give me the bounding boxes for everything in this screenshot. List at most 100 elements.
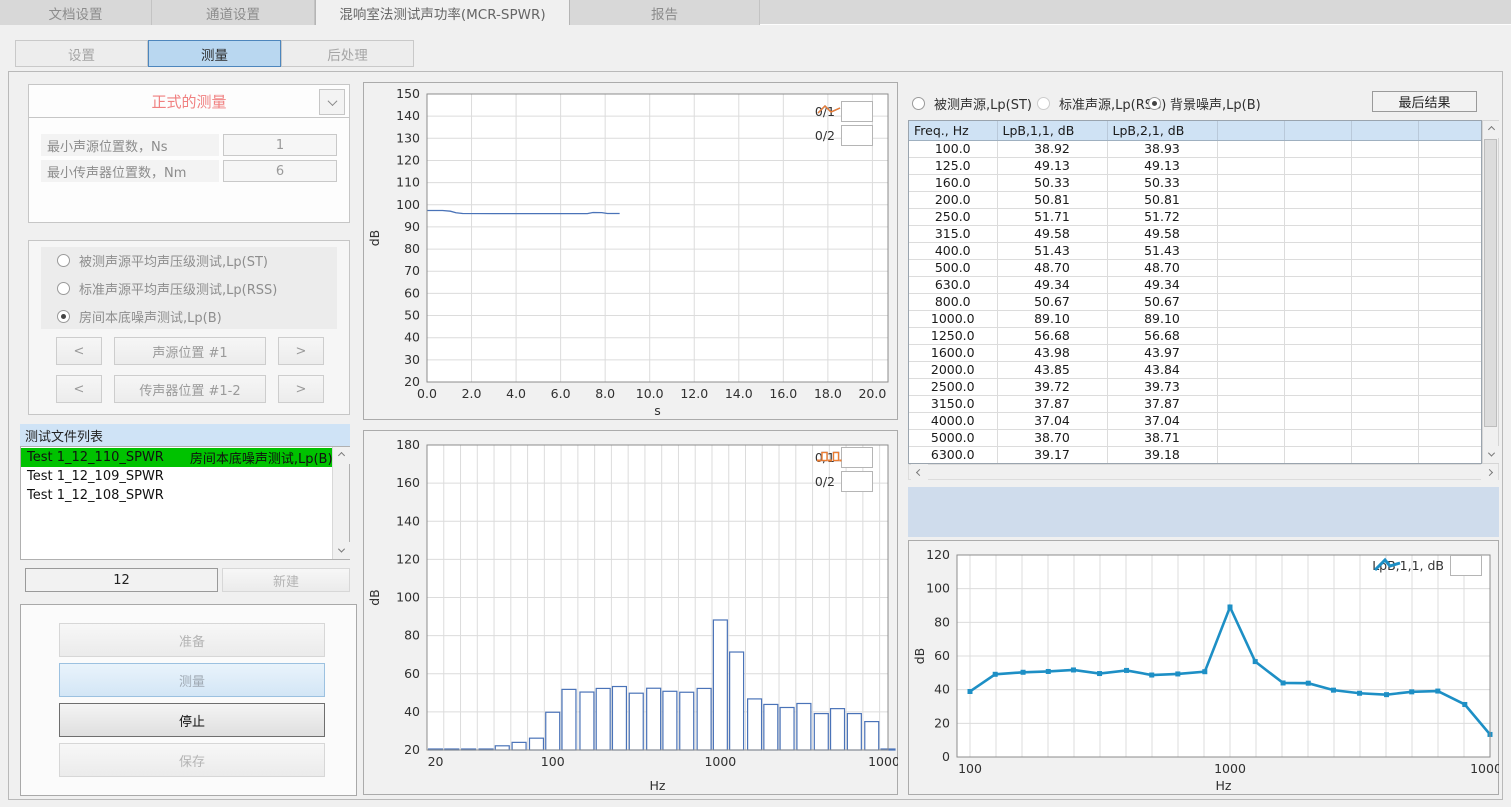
source-position-button[interactable]: 声源位置 #1 xyxy=(114,337,266,365)
list-item[interactable]: Test 1_12_108_SPWR xyxy=(21,486,332,505)
mic-position-prev-button[interactable]: < xyxy=(56,375,102,403)
table-cell: 160.0 xyxy=(909,174,997,191)
tab-document-settings[interactable]: 文档设置 xyxy=(0,0,152,25)
table-vscrollbar[interactable] xyxy=(1482,120,1499,464)
subtab-settings[interactable]: 设置 xyxy=(15,40,148,67)
table-cell: 2000.0 xyxy=(909,361,997,378)
table-cell: 49.58 xyxy=(997,225,1107,242)
source-position-prev-button[interactable]: < xyxy=(56,337,102,365)
table-row[interactable]: 500.048.7048.70 xyxy=(909,259,1481,276)
table-row[interactable]: 250.051.7151.72 xyxy=(909,208,1481,225)
bars-icon xyxy=(841,447,873,468)
table-row[interactable]: 6300.039.1739.18 xyxy=(909,446,1481,463)
last-result-button[interactable]: 最后结果 xyxy=(1372,91,1477,112)
list-scrollbar[interactable] xyxy=(332,447,349,559)
tab-mcr-spwr[interactable]: 混响室法测试声功率(MCR-SPWR) xyxy=(315,0,570,25)
table-cell: 6300.0 xyxy=(909,446,997,463)
table-row[interactable]: 630.049.3449.34 xyxy=(909,276,1481,293)
subtab-postprocess[interactable]: 后处理 xyxy=(281,40,414,67)
column-header: LpB,1,1, dB xyxy=(997,121,1107,140)
subtab-measure[interactable]: 测量 xyxy=(148,40,281,67)
measurement-mode-combo[interactable]: 正式的测量 xyxy=(28,84,350,118)
table-row[interactable]: 100.038.9238.93 xyxy=(909,140,1481,157)
legend-item: 0/2 xyxy=(815,471,873,492)
svg-text:2.0: 2.0 xyxy=(462,386,482,401)
time-history-panel: 0.02.04.06.08.010.012.014.016.018.020.02… xyxy=(363,82,898,420)
table-row[interactable]: 160.050.3350.33 xyxy=(909,174,1481,191)
table-row[interactable]: 2000.043.8543.84 xyxy=(909,361,1481,378)
table-cell xyxy=(1284,412,1351,429)
table-cell xyxy=(1418,157,1481,174)
table-cell xyxy=(1418,259,1481,276)
list-item[interactable]: Test 1_12_109_SPWR xyxy=(21,467,332,486)
table-cell: 49.13 xyxy=(997,157,1107,174)
table-cell: 37.87 xyxy=(1107,395,1217,412)
table-cell: 50.81 xyxy=(997,191,1107,208)
list-item[interactable]: Test 1_12_110_SPWR房间本底噪声测试,Lp(B) xyxy=(21,448,332,467)
table-cell: 38.70 xyxy=(997,429,1107,446)
stop-button[interactable]: 停止 xyxy=(59,703,325,737)
table-row[interactable]: 4000.037.0437.04 xyxy=(909,412,1481,429)
table-cell xyxy=(1351,310,1418,327)
svg-text:90: 90 xyxy=(404,219,420,234)
radio-lp-rss[interactable]: 标准声源平均声压级测试,Lp(RSS) xyxy=(57,279,337,298)
scroll-down-icon[interactable] xyxy=(333,542,350,559)
svg-text:Hz: Hz xyxy=(650,778,666,793)
svg-text:10000: 10000 xyxy=(1470,761,1499,776)
scroll-left-icon[interactable] xyxy=(911,464,928,481)
param-input-nm[interactable]: 6 xyxy=(223,160,337,182)
scrollbar-thumb[interactable] xyxy=(1484,139,1497,427)
svg-text:120: 120 xyxy=(926,547,950,562)
table-cell xyxy=(1351,225,1418,242)
scroll-right-icon[interactable] xyxy=(1481,464,1498,481)
tab-channel-settings[interactable]: 通道设置 xyxy=(152,0,315,25)
measure-button[interactable]: 测量 xyxy=(59,663,325,697)
radio-src-rss[interactable]: 标准声源,Lp(RSS) xyxy=(1037,94,1166,113)
radio-src-st[interactable]: 被测声源,Lp(ST) xyxy=(912,94,1032,113)
scroll-up-icon[interactable] xyxy=(333,447,350,464)
table-row[interactable]: 800.050.6750.67 xyxy=(909,293,1481,310)
table-cell: 39.72 xyxy=(997,378,1107,395)
table-cell: 100.0 xyxy=(909,140,997,157)
mic-position-button[interactable]: 传声器位置 #1-2 xyxy=(114,375,266,403)
table-cell: 800.0 xyxy=(909,293,997,310)
radio-lp-st[interactable]: 被测声源平均声压级测试,Lp(ST) xyxy=(57,251,337,270)
table-row[interactable]: 3150.037.8737.87 xyxy=(909,395,1481,412)
table-row[interactable]: 1600.043.9843.97 xyxy=(909,344,1481,361)
table-cell xyxy=(1217,276,1284,293)
table-cell xyxy=(1418,361,1481,378)
save-button[interactable]: 保存 xyxy=(59,743,325,777)
results-table[interactable]: Freq., HzLpB,1,1, dBLpB,2,1, dB 100.038.… xyxy=(908,120,1482,464)
table-cell: 51.43 xyxy=(1107,242,1217,259)
combo-dropdown-button[interactable] xyxy=(319,89,345,115)
table-row[interactable]: 400.051.4351.43 xyxy=(909,242,1481,259)
table-row[interactable]: 5000.038.7038.71 xyxy=(909,429,1481,446)
mic-position-next-button[interactable]: > xyxy=(278,375,324,403)
source-position-next-button[interactable]: > xyxy=(278,337,324,365)
tab-report[interactable]: 报告 xyxy=(570,0,760,25)
svg-text:1000: 1000 xyxy=(1214,761,1246,776)
table-row[interactable]: 125.049.1349.13 xyxy=(909,157,1481,174)
table-row[interactable]: 200.050.8150.81 xyxy=(909,191,1481,208)
radio-src-b[interactable]: 背景噪声,Lp(B) xyxy=(1148,94,1261,113)
scroll-up-icon[interactable] xyxy=(1483,121,1500,138)
svg-text:20.0: 20.0 xyxy=(858,386,886,401)
table-cell: 315.0 xyxy=(909,225,997,242)
table-row[interactable]: 1250.056.6856.68 xyxy=(909,327,1481,344)
param-input-ns[interactable]: 1 xyxy=(223,134,337,156)
table-cell xyxy=(1284,327,1351,344)
new-button[interactable]: 新建 xyxy=(222,568,350,592)
info-panel xyxy=(908,487,1499,537)
prepare-button[interactable]: 准备 xyxy=(59,623,325,657)
line-icon xyxy=(841,101,873,122)
counter-button[interactable]: 12 xyxy=(25,568,218,592)
table-row[interactable]: 315.049.5849.58 xyxy=(909,225,1481,242)
table-hscrollbar[interactable] xyxy=(908,464,1499,480)
test-file-list[interactable]: Test 1_12_110_SPWR房间本底噪声测试,Lp(B)Test 1_1… xyxy=(20,446,350,560)
radio-lp-b[interactable]: 房间本底噪声测试,Lp(B) xyxy=(57,307,337,326)
table-cell: 50.33 xyxy=(997,174,1107,191)
svg-text:4.0: 4.0 xyxy=(506,386,526,401)
table-row[interactable]: 2500.039.7239.73 xyxy=(909,378,1481,395)
table-row[interactable]: 1000.089.1089.10 xyxy=(909,310,1481,327)
scroll-down-icon[interactable] xyxy=(1483,446,1500,463)
